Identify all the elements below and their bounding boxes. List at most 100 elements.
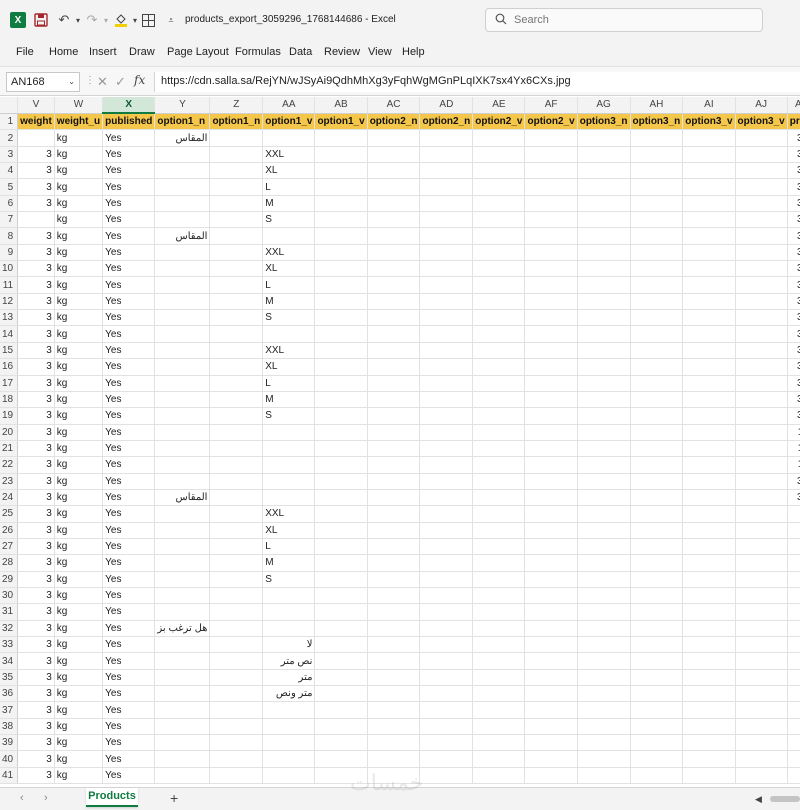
confirm-entry-icon[interactable]: ✓ [115, 74, 126, 90]
cell-published[interactable]: Yes [102, 178, 156, 196]
cell[interactable] [209, 489, 264, 507]
row-header[interactable]: 41 [0, 767, 19, 785]
cell-option1-name[interactable] [154, 162, 211, 180]
cell[interactable] [314, 522, 368, 539]
cell[interactable] [735, 325, 788, 343]
cell[interactable] [367, 440, 421, 458]
cell[interactable] [735, 718, 788, 736]
cell-weight-unit[interactable]: kg [54, 701, 104, 719]
cell[interactable] [209, 375, 264, 392]
menu-formulas[interactable]: Formulas [235, 46, 281, 58]
cell-weight[interactable]: 3 [17, 669, 55, 687]
cell[interactable] [419, 701, 474, 719]
cell-weight[interactable]: 3 [17, 620, 55, 638]
cell[interactable] [682, 244, 736, 262]
row-header[interactable]: 26 [0, 522, 19, 539]
cell[interactable] [524, 701, 578, 719]
cell[interactable] [524, 587, 578, 605]
scroll-left-icon[interactable]: ◀ [755, 794, 762, 805]
cell[interactable] [735, 178, 788, 196]
cell[interactable] [577, 211, 631, 229]
cell-price[interactable]: 380 [787, 162, 800, 180]
cell[interactable] [682, 718, 736, 736]
cell[interactable] [630, 636, 684, 654]
name-box[interactable]: AN168 ⌄ [6, 72, 80, 92]
cell-option1-name[interactable] [154, 750, 211, 768]
cell[interactable] [472, 195, 526, 213]
cell[interactable] [577, 342, 631, 360]
row-header[interactable]: 37 [0, 701, 19, 719]
cell[interactable] [472, 178, 526, 196]
cell[interactable] [735, 407, 788, 425]
cell-option1-name[interactable] [154, 734, 211, 752]
cell-weight[interactable]: 3 [17, 178, 55, 196]
cell-weight[interactable]: 3 [17, 342, 55, 360]
cell[interactable] [682, 669, 736, 687]
cell-option1-value[interactable]: XXL [262, 244, 316, 262]
cell[interactable] [682, 685, 736, 703]
cell[interactable] [682, 375, 736, 392]
search-input[interactable] [514, 12, 754, 28]
cell[interactable] [630, 652, 684, 670]
cell-weight-unit[interactable]: kg [54, 293, 104, 311]
cell-price[interactable]: 300 [787, 375, 800, 392]
cell-weight-unit[interactable]: kg [54, 391, 104, 409]
cell[interactable] [577, 456, 631, 474]
header-cell[interactable]: weight_u [54, 113, 104, 131]
cell[interactable] [735, 129, 788, 147]
menu-file[interactable]: File [16, 46, 34, 58]
cell-weight-unit[interactable]: kg [54, 571, 104, 588]
row-header[interactable]: 31 [0, 603, 19, 621]
cell[interactable] [577, 571, 631, 588]
cell-option1-value[interactable] [262, 767, 316, 785]
row-header[interactable]: 35 [0, 669, 19, 687]
cell-weight-unit[interactable]: kg [54, 554, 104, 572]
cell[interactable] [735, 375, 788, 392]
cell[interactable] [735, 244, 788, 262]
cell-price[interactable] [787, 522, 800, 539]
cell[interactable] [682, 162, 736, 180]
row-header[interactable]: 5 [0, 178, 19, 196]
more-options-icon[interactable]: ⋮ [85, 75, 95, 86]
cell-weight[interactable]: 3 [17, 505, 55, 523]
header-cell[interactable]: published [102, 113, 156, 131]
header-cell[interactable]: option1_n [154, 113, 211, 131]
cell[interactable] [524, 522, 578, 539]
cell[interactable] [314, 538, 368, 556]
cell[interactable] [367, 391, 421, 409]
cell-published[interactable]: Yes [102, 456, 156, 474]
cell-published[interactable]: Yes [102, 424, 156, 441]
cell[interactable] [630, 195, 684, 213]
cell[interactable] [209, 276, 264, 294]
cell-option1-name[interactable] [154, 505, 211, 523]
cell[interactable] [577, 489, 631, 507]
cell-option1-value[interactable] [262, 440, 316, 458]
cell[interactable] [682, 489, 736, 507]
cell[interactable] [524, 505, 578, 523]
cell[interactable] [682, 620, 736, 638]
cell[interactable] [314, 571, 368, 588]
cell[interactable] [735, 211, 788, 229]
cell[interactable] [577, 734, 631, 752]
sheet-table[interactable]: VWXYZAAABACADAEAFAGAHAIAJAKAL1weightweig… [0, 97, 800, 785]
row-header[interactable]: 15 [0, 342, 19, 360]
cell-option1-value[interactable]: XXL [262, 146, 316, 164]
cell[interactable] [314, 669, 368, 687]
cell-option1-name[interactable] [154, 767, 211, 785]
cell[interactable] [314, 750, 368, 768]
cell[interactable] [472, 652, 526, 670]
chevron-down-icon[interactable]: ⌄ [68, 77, 75, 86]
cell-published[interactable]: Yes [102, 652, 156, 670]
cell[interactable] [524, 718, 578, 736]
cell-price[interactable] [787, 701, 800, 719]
cell-published[interactable]: Yes [102, 750, 156, 768]
cell-weight-unit[interactable]: kg [54, 195, 104, 213]
cell[interactable] [367, 162, 421, 180]
cell-weight-unit[interactable]: kg [54, 685, 104, 703]
cell-option1-name[interactable]: المقاس [154, 227, 211, 245]
cell[interactable] [367, 669, 421, 687]
row-header[interactable]: 16 [0, 358, 19, 376]
cell[interactable] [209, 178, 264, 196]
cell[interactable] [367, 407, 421, 425]
column-header-ai[interactable]: AI [682, 97, 736, 114]
